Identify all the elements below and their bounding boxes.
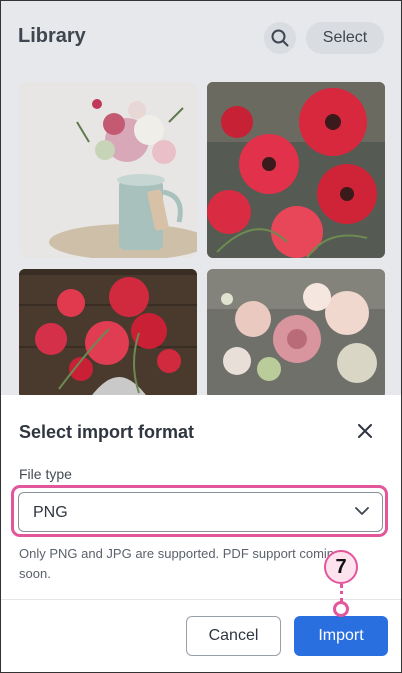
- step-marker-badge: 7: [324, 550, 358, 584]
- select-button[interactable]: Select: [306, 22, 384, 54]
- photo-thumbnail-3[interactable]: [19, 269, 197, 399]
- library-title: Library: [18, 25, 86, 47]
- step-marker-dot: [333, 601, 349, 617]
- file-type-label: File type: [19, 466, 72, 482]
- chevron-down-icon: [354, 503, 370, 524]
- cancel-button[interactable]: Cancel: [186, 616, 281, 656]
- file-type-value: PNG: [33, 504, 68, 521]
- step-marker-connector: [340, 584, 343, 602]
- bouquet-image-2: [207, 82, 385, 258]
- bouquet-image-1: [19, 82, 197, 258]
- file-type-select[interactable]: PNG: [18, 492, 383, 532]
- photo-grid: [1, 75, 401, 399]
- bouquet-image-4: [207, 269, 385, 399]
- format-helper-text: Only PNG and JPG are supported. PDF supp…: [19, 546, 342, 581]
- close-icon: [358, 424, 372, 438]
- photo-thumbnail-1[interactable]: [19, 82, 197, 258]
- app-screen: Library Select Select import format File…: [0, 0, 402, 673]
- photo-thumbnail-4[interactable]: [207, 269, 385, 399]
- close-button[interactable]: [353, 419, 377, 443]
- sheet-title: Select import format: [19, 422, 195, 442]
- search-button[interactable]: [264, 22, 296, 54]
- import-button[interactable]: Import: [294, 616, 388, 656]
- photo-thumbnail-2[interactable]: [207, 82, 385, 258]
- library-header: Library Select: [1, 1, 401, 75]
- search-icon: [271, 29, 289, 47]
- import-format-sheet: Select import format File type PNG Only …: [1, 395, 401, 672]
- bouquet-image-3: [19, 269, 197, 399]
